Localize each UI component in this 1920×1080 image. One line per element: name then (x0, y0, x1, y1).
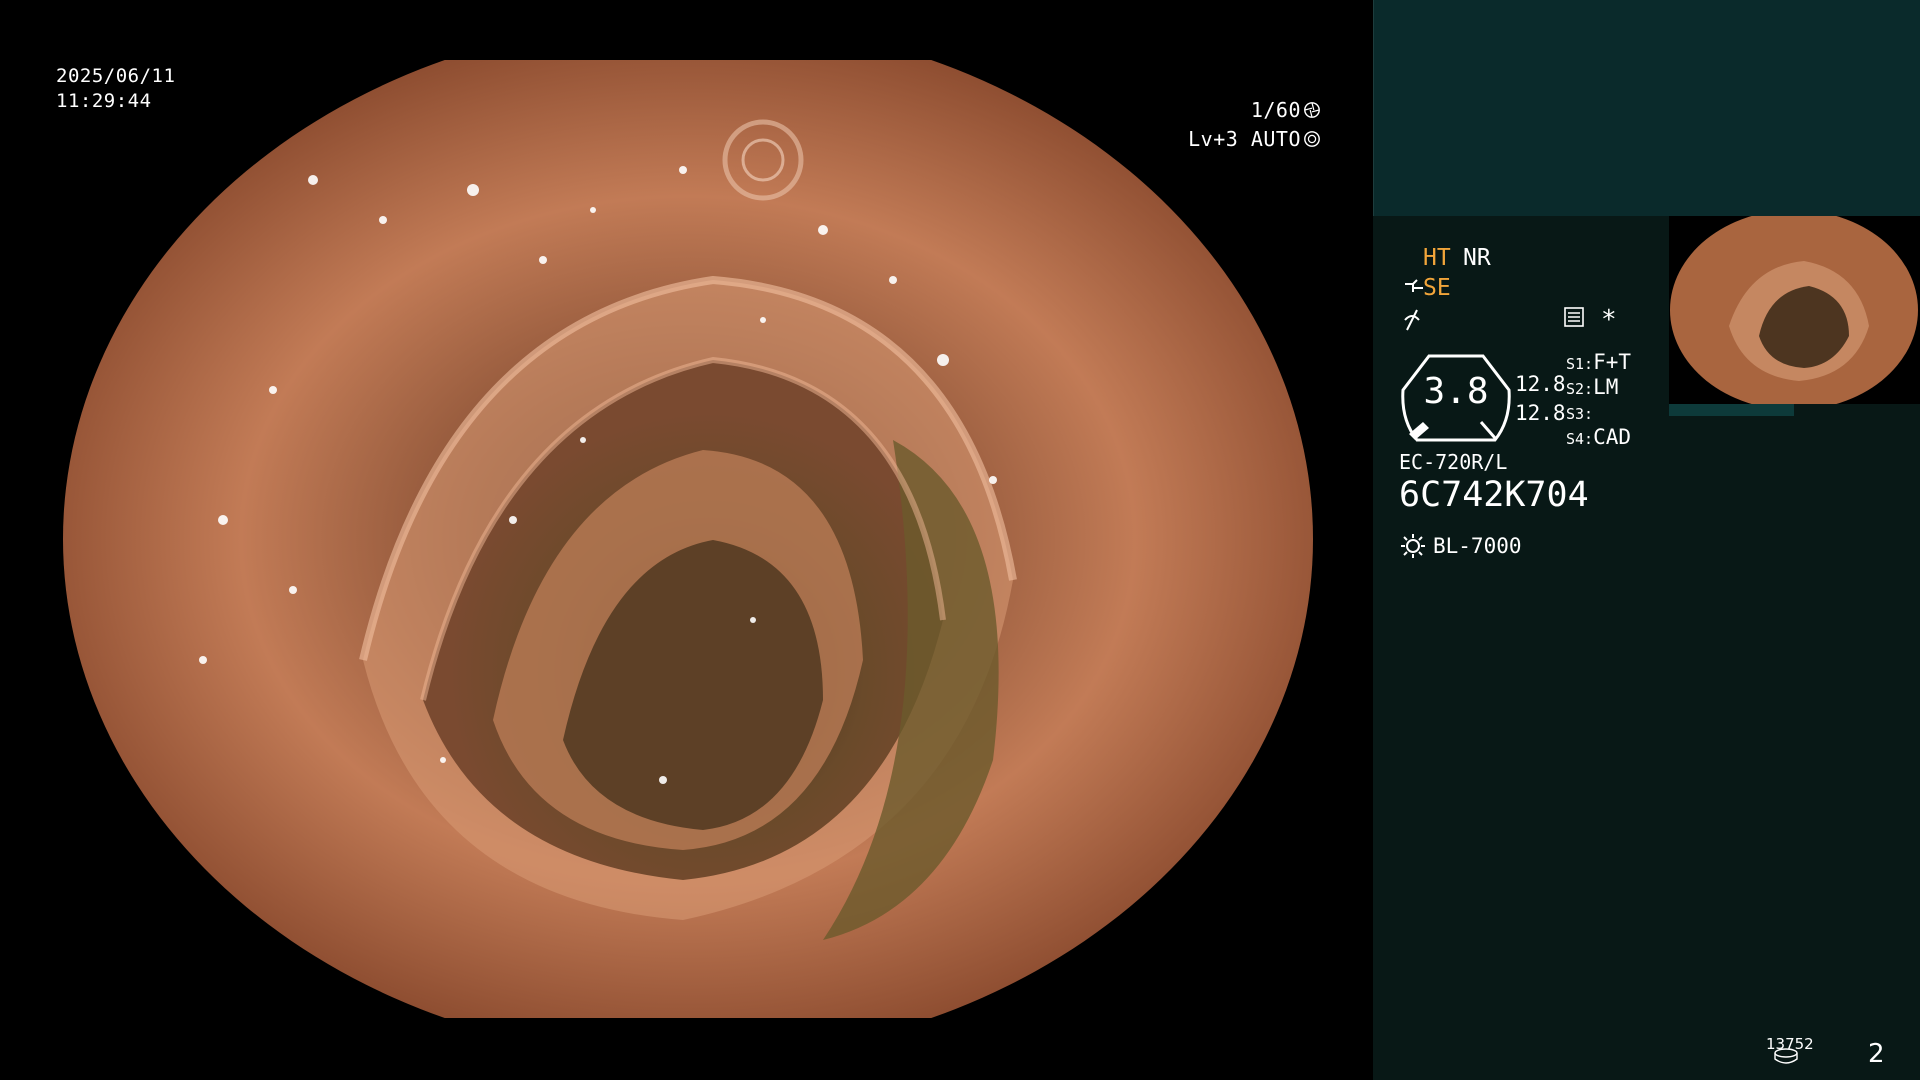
gauge-value: 3.8 (1423, 371, 1489, 412)
noise-reduction-icon (1404, 309, 1420, 331)
switch-3-label: S3: (1566, 405, 1594, 423)
light-source-model: BL-7000 (1433, 534, 1522, 558)
auto-iris-icon (1304, 131, 1320, 147)
switch-1-label: S1: (1566, 355, 1594, 373)
osd-time: 11:29:44 (56, 90, 152, 112)
switch-2-label: S2: (1566, 380, 1594, 398)
ht-indicator: HT (1423, 245, 1451, 271)
nr-indicator: NR (1463, 245, 1491, 271)
thumbnail-image (1670, 216, 1918, 404)
switch-2-value: LM (1593, 375, 1619, 399)
osd-date: 2025/06/11 (56, 65, 176, 87)
switch-4-value: CAD (1593, 425, 1632, 449)
menu-list-icon (1564, 307, 1584, 327)
page-number: 2 (1868, 1039, 1885, 1069)
captured-thumbnail[interactable] (1669, 216, 1920, 404)
thumbnail-bar (1669, 404, 1794, 416)
se-indicator: SE (1423, 275, 1451, 301)
osd-shutter: 1/60 (1251, 98, 1321, 123)
brightness-level: Lv+3 AUTO (1188, 127, 1301, 151)
osd-level: Lv+3 AUTO (1188, 127, 1321, 152)
scope-model: EC-720R/L (1399, 450, 1508, 474)
se-scope-icon (1405, 279, 1423, 292)
shutter-icon (1304, 102, 1320, 118)
scope-serial: 6C742K704 (1399, 475, 1589, 515)
switch-4: S4:CAD (1566, 423, 1631, 453)
storage-icon (1774, 1048, 1798, 1064)
light-source-icon (1401, 534, 1425, 558)
switch-4-label: S4: (1566, 430, 1594, 448)
endoscopic-image (63, 60, 1313, 1018)
switch-1-value: F+T (1593, 350, 1632, 374)
info-panel-top (1373, 0, 1920, 216)
gauge-lower-value: 12.8 (1515, 401, 1566, 425)
endoscope-video-area: 2025/06/11 11:29:44 1/60 Lv+3 AUTO (0, 0, 1373, 1080)
gauge-upper-value: 12.8 (1515, 372, 1566, 396)
asterisk-indicator: * (1601, 305, 1617, 335)
shutter-speed: 1/60 (1250, 98, 1301, 122)
